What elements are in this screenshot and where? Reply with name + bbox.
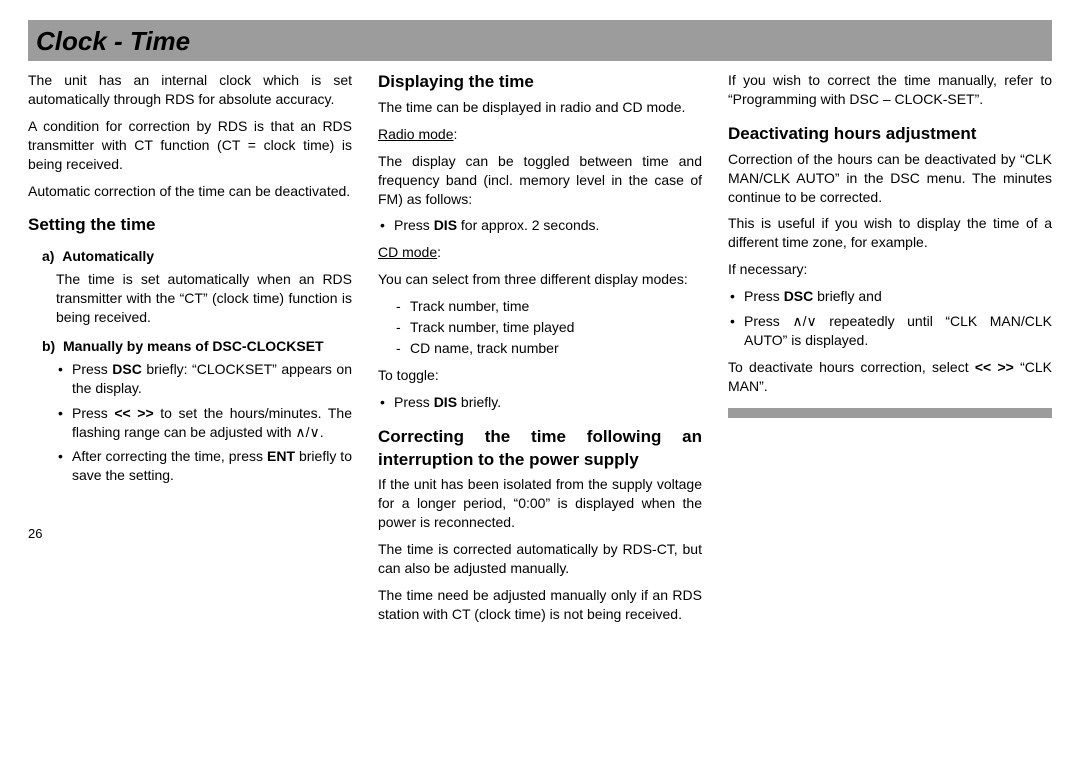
text: To deactivate hours correction, select <box>728 359 975 375</box>
toggle-bullets: Press DIS briefly. <box>378 393 702 412</box>
down-icon: ∨ <box>310 424 320 440</box>
display-p1: The time can be displayed in radio and C… <box>378 98 702 117</box>
radio-mode-text: Radio mode <box>378 126 454 142</box>
manual-ref: If you wish to correct the time manually… <box>728 71 1052 109</box>
down-icon: ∨ <box>806 313 816 329</box>
correct-p1: If the unit has been isolated from the s… <box>378 475 702 532</box>
option-b: b) Manually by means of DSC-CLOCKSET <box>42 337 352 356</box>
text: briefly and <box>813 288 881 304</box>
title-bar: Clock - Time <box>28 20 1052 61</box>
text: Press <box>72 405 114 421</box>
deact-p1: Correction of the hours can be deactivat… <box>728 150 1052 207</box>
correct-p2: The time is corrected automatically by R… <box>378 540 702 578</box>
deact-step-arrows: Press ∧/∨ repeatedly until “CLK MAN/CLK … <box>728 312 1052 350</box>
intro-p3: Automatic correction of the time can be … <box>28 182 352 201</box>
text: Press <box>394 394 434 410</box>
text: : <box>454 126 458 142</box>
toggle-label: To toggle: <box>378 366 702 385</box>
radio-desc: The display can be toggled between time … <box>378 152 702 209</box>
bold: << >> <box>975 359 1014 375</box>
radio-mode-label: Radio mode: <box>378 125 702 144</box>
cd-mode-text: CD mode <box>378 244 437 260</box>
text: Press <box>394 217 434 233</box>
text: After correcting the time, press <box>72 448 267 464</box>
heading-deactivating: Deactivating hours adjustment <box>728 123 1052 146</box>
page-number: 26 <box>28 525 352 543</box>
heading-setting-time: Setting the time <box>28 214 352 237</box>
step-dsc: Press DSC briefly: “CLOCKSET” appears on… <box>56 360 352 398</box>
grey-strip-icon <box>728 408 1052 418</box>
step-ent: After correcting the time, press ENT bri… <box>56 447 352 485</box>
text: : <box>437 244 441 260</box>
text: Press <box>744 288 784 304</box>
bold: DIS <box>434 217 457 233</box>
option-a-label: a) Automatically <box>42 248 154 264</box>
cd-mode-label: CD mode: <box>378 243 702 262</box>
column-1: The unit has an internal clock which is … <box>28 71 352 632</box>
option-a-desc: The time is set automatically when an RD… <box>56 270 352 327</box>
bold: ENT <box>267 448 295 464</box>
option-a: a) Automatically <box>42 247 352 266</box>
bold: << >> <box>114 405 153 421</box>
step-set-range: Press << >> to set the hours/minutes. Th… <box>56 404 352 442</box>
cd-opt-1: Track number, time <box>396 297 702 316</box>
bold: DSC <box>784 288 814 304</box>
intro-p2: A condition for correction by RDS is tha… <box>28 117 352 174</box>
heading-correcting: Correcting the time following an interru… <box>378 426 702 472</box>
option-b-steps: Press DSC briefly: “CLOCKSET” appears on… <box>56 360 352 485</box>
up-icon: ∧ <box>792 313 802 329</box>
heading-displaying-time: Displaying the time <box>378 71 702 94</box>
page-title: Clock - Time <box>36 24 1044 59</box>
cd-desc: You can select from three different disp… <box>378 270 702 289</box>
bold: DIS <box>434 394 457 410</box>
radio-bullets: Press DIS for approx. 2 seconds. <box>378 216 702 235</box>
text: Press <box>744 313 792 329</box>
column-3: If you wish to correct the time manually… <box>728 71 1052 632</box>
deact-step-dsc: Press DSC briefly and <box>728 287 1052 306</box>
intro-p1: The unit has an internal clock which is … <box>28 71 352 109</box>
text: for approx. 2 seconds. <box>457 217 599 233</box>
correct-p3: The time need be adjusted manually only … <box>378 586 702 624</box>
radio-step-dis: Press DIS for approx. 2 seconds. <box>378 216 702 235</box>
deact-final: To deactivate hours correction, select <… <box>728 358 1052 396</box>
cd-opt-2: Track number, time played <box>396 318 702 337</box>
up-icon: ∧ <box>295 424 305 440</box>
text: . <box>320 424 324 440</box>
deact-p3: If necessary: <box>728 260 1052 279</box>
toggle-step-dis: Press DIS briefly. <box>378 393 702 412</box>
bold: DSC <box>112 361 142 377</box>
text: briefly. <box>457 394 501 410</box>
deact-p2: This is useful if you wish to display th… <box>728 214 1052 252</box>
option-b-label: b) Manually by means of DSC-CLOCKSET <box>42 338 324 354</box>
deact-steps: Press DSC briefly and Press ∧/∨ repeated… <box>728 287 1052 350</box>
cd-options: Track number, time Track number, time pl… <box>396 297 702 358</box>
column-2: Displaying the time The time can be disp… <box>378 71 702 632</box>
cd-opt-3: CD name, track number <box>396 339 702 358</box>
content-columns: The unit has an internal clock which is … <box>28 71 1052 632</box>
text: Press <box>72 361 112 377</box>
